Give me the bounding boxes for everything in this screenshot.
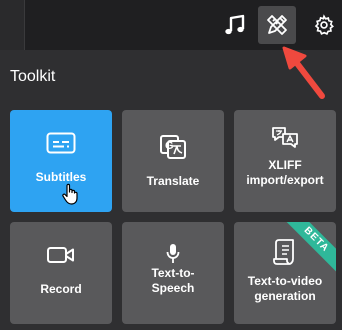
subtitles-label: Subtitles bbox=[35, 170, 87, 184]
xliff-label: XLIFF import/export bbox=[246, 158, 324, 187]
music-button[interactable] bbox=[216, 6, 254, 44]
subtitles-tile[interactable]: Subtitles bbox=[10, 110, 112, 212]
translate-tile[interactable]: G Translate bbox=[122, 110, 224, 212]
svg-text:G: G bbox=[165, 140, 174, 152]
tools-button[interactable] bbox=[258, 6, 296, 44]
top-toolbar bbox=[0, 0, 342, 50]
video-camera-icon bbox=[47, 247, 74, 263]
annotation-arrow-icon bbox=[282, 46, 325, 99]
microphone-icon bbox=[166, 244, 180, 263]
gear-icon bbox=[314, 14, 334, 35]
scroll-icon bbox=[273, 239, 294, 265]
xliff-tile[interactable]: XLIFF import/export bbox=[234, 110, 336, 212]
translate-label: Translate bbox=[146, 174, 200, 188]
text-to-video-label: Text-to-video generation bbox=[247, 274, 323, 303]
language-icon bbox=[272, 127, 298, 148]
subtitles-icon bbox=[46, 132, 76, 154]
record-tile[interactable]: Record bbox=[10, 222, 112, 324]
toolbar-edge bbox=[0, 0, 25, 50]
text-to-speech-label: Text-to-Speech bbox=[151, 266, 195, 295]
translate-icon: G bbox=[160, 135, 186, 159]
hand-cursor-icon bbox=[62, 183, 78, 205]
text-to-video-tile[interactable]: Text-to-video generation BETA bbox=[234, 222, 336, 324]
toolkit-heading: Toolkit bbox=[10, 68, 56, 85]
text-to-speech-tile[interactable]: Text-to-Speech bbox=[122, 222, 224, 324]
record-label: Record bbox=[40, 282, 82, 296]
settings-button[interactable] bbox=[305, 6, 342, 44]
pencil-ruler-icon bbox=[267, 15, 287, 35]
music-note-icon bbox=[225, 14, 245, 35]
